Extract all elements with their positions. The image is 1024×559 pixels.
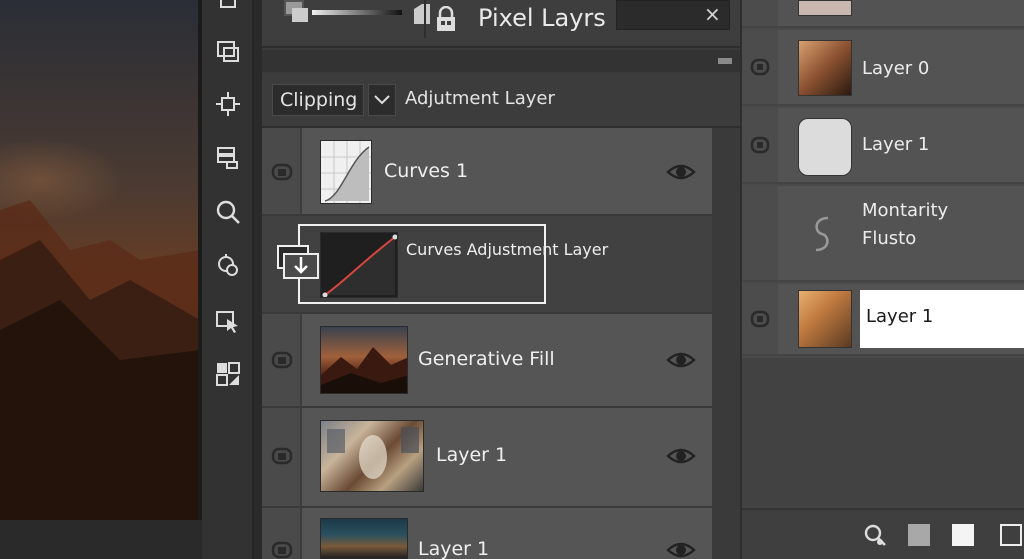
- layer-gutter: [742, 30, 778, 104]
- layer-gutter: [742, 186, 778, 280]
- layer-link-icon[interactable]: [750, 310, 770, 328]
- clipping-button[interactable]: Clipping: [272, 84, 364, 116]
- panel-divider[interactable]: [254, 0, 262, 559]
- collapse-icon[interactable]: [718, 58, 732, 64]
- layer0-thumbnail: [798, 40, 852, 96]
- layer-name-line2[interactable]: Flusto: [862, 228, 916, 249]
- curves-thumbnail: [320, 140, 372, 204]
- layer-name[interactable]: Curves Adjustment Layer: [406, 240, 608, 259]
- right-layer-row-layer0[interactable]: Layer 0: [742, 30, 1024, 106]
- crop-frame-icon[interactable]: [214, 38, 242, 66]
- eye-icon[interactable]: [666, 350, 696, 370]
- layer-link-icon[interactable]: [750, 58, 770, 76]
- layer-name[interactable]: Layer 1: [418, 538, 489, 559]
- layer-name[interactable]: Layer 0: [862, 58, 929, 79]
- magnifier-icon[interactable]: [864, 524, 886, 546]
- eye-icon[interactable]: [666, 446, 696, 466]
- layer-name-line1[interactable]: Montarity: [862, 200, 948, 221]
- clipping-dropdown[interactable]: [368, 84, 396, 116]
- mask-thumbnail: [798, 118, 852, 176]
- layer-options-bar: Clipping Adjutment Layer: [262, 74, 740, 128]
- layer-gutter: [262, 128, 302, 214]
- layer-gutter: [742, 284, 778, 354]
- layer-gutter: [262, 314, 302, 406]
- layer-gutter: [262, 408, 302, 506]
- gradient-bar: [312, 10, 402, 15]
- panel-header: Pixel Layrs ×: [262, 0, 740, 48]
- layer-name[interactable]: Layer 1: [866, 306, 933, 327]
- right-layer-row-top[interactable]: [742, 0, 1024, 28]
- close-icon[interactable]: ×: [704, 2, 721, 26]
- canvas-status-bar: [0, 520, 210, 559]
- layer-thumbnail: [798, 0, 852, 16]
- slider-knob-left-inner: [292, 8, 308, 22]
- right-layer-row-layer1-a[interactable]: Layer 1: [742, 108, 1024, 184]
- curves-adjustment-thumbnail: [320, 232, 398, 298]
- layer-link-icon[interactable]: [271, 540, 293, 559]
- pattern-icon[interactable]: [214, 360, 242, 388]
- drop-layer-icon: [277, 245, 319, 279]
- generative-fill-thumbnail: [320, 326, 408, 394]
- header-separator: [424, 0, 426, 38]
- layer-gutter: [742, 0, 778, 26]
- gradient-slider[interactable]: [284, 0, 434, 28]
- right-layer-row-layer1-selected[interactable]: Layer 1: [742, 284, 1024, 356]
- panel-title: Pixel Layrs: [478, 4, 606, 32]
- figure-thumbnail: [320, 518, 408, 559]
- layer-link-icon[interactable]: [271, 350, 293, 370]
- target-settings-icon[interactable]: [214, 252, 242, 280]
- secondary-layers-panel: Layer 0 Layer 1 Montarity Flusto Layer 1: [740, 0, 1024, 559]
- panel-collapse-strip: [262, 50, 740, 72]
- layer-gutter: [742, 108, 778, 182]
- panel-scroll-gutter[interactable]: [712, 128, 740, 559]
- transform-icon[interactable]: [214, 0, 242, 20]
- adjustment-layer-label: Adjutment Layer: [405, 88, 555, 109]
- layer-row-curves-adjustment[interactable]: Curves Adjustment Layer: [262, 216, 712, 314]
- layer-gutter: [262, 508, 302, 559]
- layer-link-icon[interactable]: [271, 446, 293, 466]
- select-arrow-icon[interactable]: [214, 308, 242, 336]
- layer-name[interactable]: Layer 1: [862, 134, 929, 155]
- path-icon: [815, 216, 829, 252]
- white-swatch-icon[interactable]: [952, 524, 974, 546]
- layer-name[interactable]: Generative Fill: [418, 348, 555, 370]
- layers-panel: Pixel Layrs × Clipping Adjutment Layer C…: [262, 0, 740, 559]
- layers-stack-icon[interactable]: [214, 144, 242, 172]
- gray-swatch-icon[interactable]: [908, 524, 930, 546]
- layer-row-curves[interactable]: Curves 1: [262, 128, 712, 216]
- layer-row-layer1[interactable]: Layer 1: [262, 408, 712, 508]
- layer-row-generative-fill[interactable]: Generative Fill: [262, 314, 712, 408]
- layer-link-icon[interactable]: [271, 162, 293, 182]
- layer-link-icon[interactable]: [750, 136, 770, 154]
- layer-row-layer1-figure[interactable]: Layer 1: [262, 508, 712, 559]
- layers-empty-area[interactable]: [742, 358, 1024, 508]
- layer1-thumbnail: [798, 290, 852, 348]
- slider-knob-right[interactable]: [414, 4, 430, 24]
- layer-name[interactable]: Curves 1: [384, 160, 468, 182]
- lock-icon[interactable]: [434, 6, 458, 32]
- document-canvas[interactable]: [0, 0, 200, 520]
- tool-column: [202, 0, 254, 559]
- mountain-artwork: [0, 200, 200, 520]
- eye-icon[interactable]: [666, 540, 696, 559]
- panel-footer: [742, 508, 1024, 559]
- frame-icon[interactable]: [1000, 524, 1022, 546]
- layer-name[interactable]: Layer 1: [436, 444, 507, 466]
- eye-icon[interactable]: [666, 162, 696, 182]
- move-icon[interactable]: [214, 90, 242, 118]
- collage-thumbnail: [320, 420, 424, 492]
- chevron-down-icon: [374, 95, 390, 105]
- search-icon[interactable]: [214, 198, 242, 226]
- right-layer-row-montarity[interactable]: Montarity Flusto: [742, 186, 1024, 282]
